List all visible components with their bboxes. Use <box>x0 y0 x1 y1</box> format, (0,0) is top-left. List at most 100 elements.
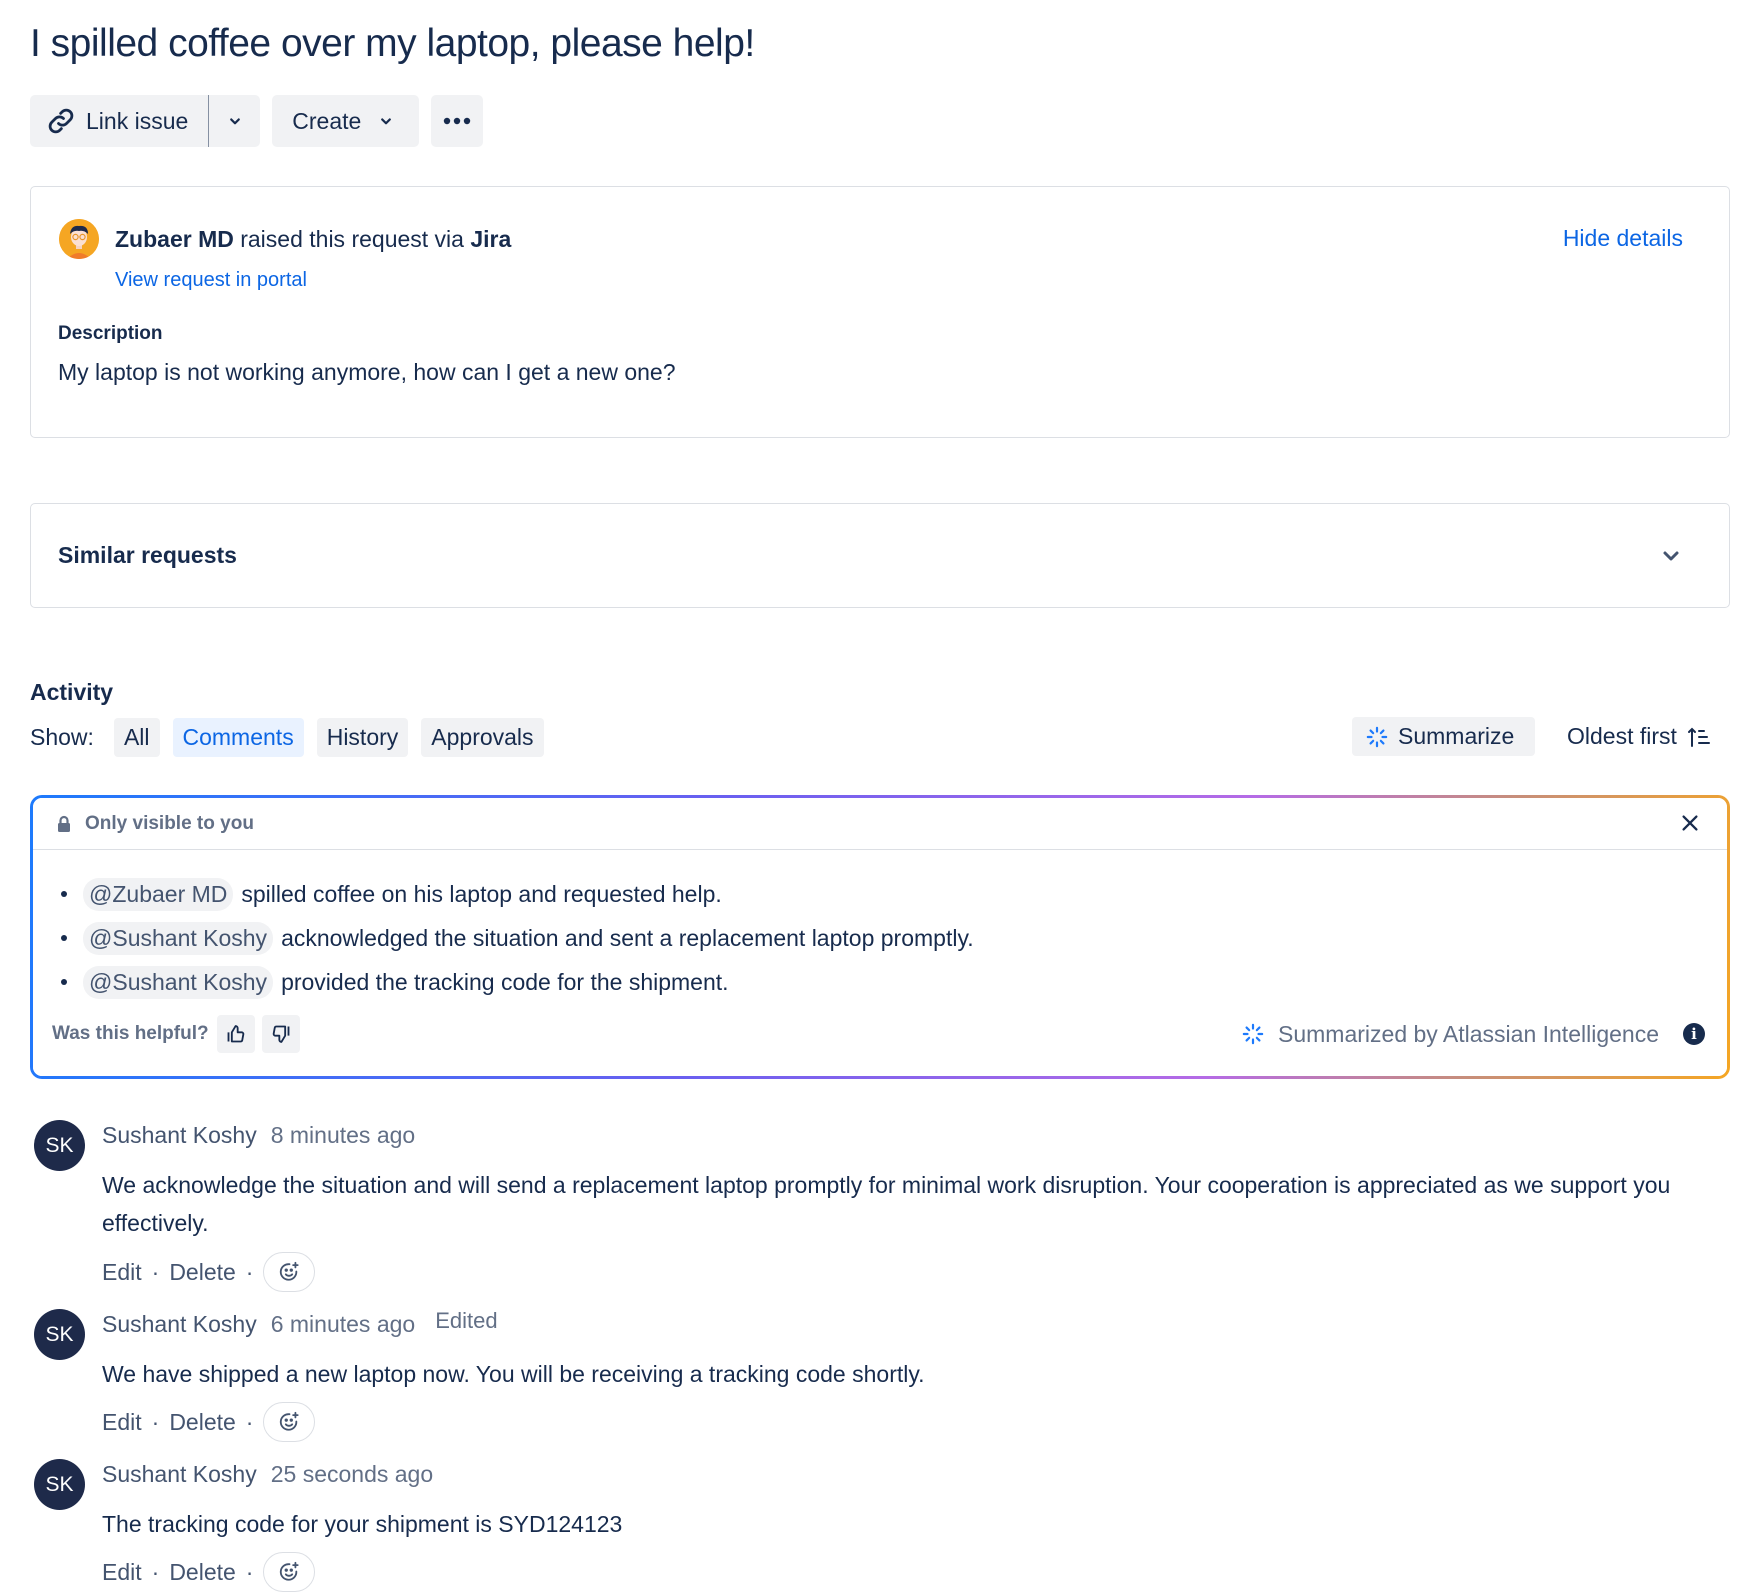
comment-author[interactable]: Sushant Koshy <box>102 1122 257 1149</box>
link-issue-split-button: Link issue <box>30 95 261 147</box>
comment-timestamp[interactable]: 8 minutes ago <box>271 1122 415 1149</box>
lock-icon <box>58 815 70 832</box>
sort-label: Oldest first <box>1567 723 1677 749</box>
comment-header: Sushant Koshy 25 seconds ago <box>102 1461 433 1488</box>
comment-body: The tracking code for your shipment is S… <box>102 1511 623 1537</box>
user-avatar[interactable]: SK <box>34 1120 85 1171</box>
helpful-prompt: Was this helpful? <box>52 1023 209 1044</box>
delete-comment-button[interactable]: Delete <box>169 1409 235 1436</box>
ai-sparkle-icon <box>1242 1023 1264 1045</box>
filter-approvals[interactable]: Approvals <box>421 717 544 757</box>
comment-actions: Edit · Delete · <box>102 1552 316 1592</box>
user-mention[interactable]: @Zubaer MD <box>83 877 234 911</box>
add-reaction-button[interactable] <box>263 1552 316 1592</box>
activity-heading: Activity <box>30 679 114 705</box>
person-avatar-icon <box>59 219 99 259</box>
chevron-down-icon <box>381 118 392 125</box>
summarize-button[interactable]: Summarize <box>1352 717 1535 756</box>
create-label: Create <box>292 107 362 134</box>
reporter-avatar[interactable] <box>59 219 99 259</box>
edited-badge: Edited <box>435 1308 498 1333</box>
thumbs-down-button[interactable] <box>261 1015 300 1053</box>
issue-title[interactable]: I spilled coffee over my laptop, please … <box>30 22 755 66</box>
similar-requests-panel[interactable]: Similar requests <box>30 503 1730 608</box>
user-avatar[interactable]: SK <box>34 1309 85 1360</box>
delete-comment-button[interactable]: Delete <box>169 1259 235 1286</box>
bullet <box>61 935 67 941</box>
create-button[interactable]: Create <box>272 95 420 147</box>
bullet <box>61 891 67 897</box>
user-mention[interactable]: @Sushant Koshy <box>83 921 274 955</box>
raised-text: raised this request via <box>240 225 464 252</box>
filter-all[interactable]: All <box>113 717 160 757</box>
summary-item: @Zubaer MD spilled coffee on his laptop … <box>61 872 974 916</box>
hide-details-link[interactable]: Hide details <box>1563 225 1683 252</box>
chevron-down-icon <box>229 118 240 125</box>
link-issue-label: Link issue <box>86 107 189 134</box>
reporter-text: Zubaer MD raised this request via Jira <box>115 226 511 253</box>
ai-summary-footer: Was this helpful? Summarized by Atlassia… <box>52 1015 1705 1053</box>
separator: · <box>245 1558 254 1585</box>
comment-timestamp[interactable]: 6 minutes ago <box>271 1311 415 1338</box>
similar-requests-label: Similar requests <box>58 542 237 568</box>
separator: · <box>151 1408 160 1435</box>
comment-header: Sushant Koshy 8 minutes ago <box>102 1122 415 1149</box>
summary-text: spilled coffee on his laptop and request… <box>241 880 722 907</box>
comment-body: We have shipped a new laptop now. You wi… <box>102 1361 925 1387</box>
comment-author[interactable]: Sushant Koshy <box>102 1461 257 1488</box>
visibility-label: Only visible to you <box>85 812 254 834</box>
add-emoji-icon <box>280 1261 300 1281</box>
close-icon[interactable] <box>1679 812 1701 834</box>
activity-filter-row: Show: All Comments History Approvals <box>30 717 544 757</box>
edit-comment-button[interactable]: Edit <box>102 1409 142 1436</box>
info-icon[interactable]: i <box>1683 1023 1705 1045</box>
thumbs-up-button[interactable] <box>216 1015 255 1053</box>
show-label: Show: <box>30 723 94 750</box>
ai-credit-text: Summarized by Atlassian Intelligence <box>1278 1020 1659 1047</box>
reporter-name[interactable]: Zubaer MD <box>115 226 234 252</box>
channel-name: Jira <box>470 225 512 252</box>
comment-header: Sushant Koshy 6 minutes ago Edited <box>102 1308 498 1338</box>
issue-toolbar: Link issue Create <box>30 95 484 147</box>
summary-text: acknowledged the situation and sent a re… <box>281 924 974 951</box>
ai-summary-list: @Zubaer MD spilled coffee on his laptop … <box>61 872 974 1004</box>
separator: · <box>151 1558 160 1585</box>
summary-item: @Sushant Koshy provided the tracking cod… <box>61 960 974 1004</box>
ai-credit: Summarized by Atlassian Intelligence i <box>1242 1021 1705 1048</box>
view-in-portal-link[interactable]: View request in portal <box>115 269 307 292</box>
chevron-down-icon[interactable] <box>1659 544 1683 568</box>
ai-summary-panel: Only visible to you @Zubaer MD spilled c… <box>30 795 1730 1079</box>
comment-author[interactable]: Sushant Koshy <box>102 1311 257 1338</box>
summary-text: provided the tracking code for the shipm… <box>281 968 729 995</box>
link-issue-dropdown-button[interactable] <box>208 95 261 147</box>
ai-sparkle-icon <box>1366 726 1388 747</box>
edit-comment-button[interactable]: Edit <box>102 1259 142 1286</box>
comment-timestamp[interactable]: 25 seconds ago <box>271 1461 433 1488</box>
comment-actions: Edit · Delete · <box>102 1402 316 1442</box>
ai-summary-body: Only visible to you @Zubaer MD spilled c… <box>33 798 1727 1076</box>
filter-comments[interactable]: Comments <box>172 717 304 757</box>
link-issue-button[interactable]: Link issue <box>30 95 209 147</box>
description-text[interactable]: My laptop is not working anymore, how ca… <box>58 359 676 386</box>
sort-order-button[interactable]: Oldest first <box>1567 717 1711 756</box>
more-actions-button[interactable] <box>431 95 484 147</box>
add-reaction-button[interactable] <box>263 1402 316 1442</box>
delete-comment-button[interactable]: Delete <box>169 1559 235 1586</box>
thumbs-down-icon <box>272 1025 289 1043</box>
add-reaction-button[interactable] <box>263 1252 316 1292</box>
separator: · <box>151 1258 160 1285</box>
ai-summary-header: Only visible to you <box>33 798 1727 850</box>
bullet <box>61 979 67 985</box>
filter-history[interactable]: History <box>316 717 409 757</box>
link-icon <box>48 108 74 134</box>
add-emoji-icon <box>280 1561 300 1581</box>
reporter-row: Zubaer MD raised this request via Jira <box>59 219 511 259</box>
user-mention[interactable]: @Sushant Koshy <box>83 965 274 999</box>
user-avatar[interactable]: SK <box>34 1459 85 1510</box>
more-icon <box>444 117 471 125</box>
comment-body: We acknowledge the situation and will se… <box>102 1172 1671 1236</box>
comment-actions: Edit · Delete · <box>102 1252 316 1292</box>
summary-item: @Sushant Koshy acknowledged the situatio… <box>61 916 974 960</box>
edit-comment-button[interactable]: Edit <box>102 1559 142 1586</box>
sort-ascending-icon <box>1687 727 1710 747</box>
